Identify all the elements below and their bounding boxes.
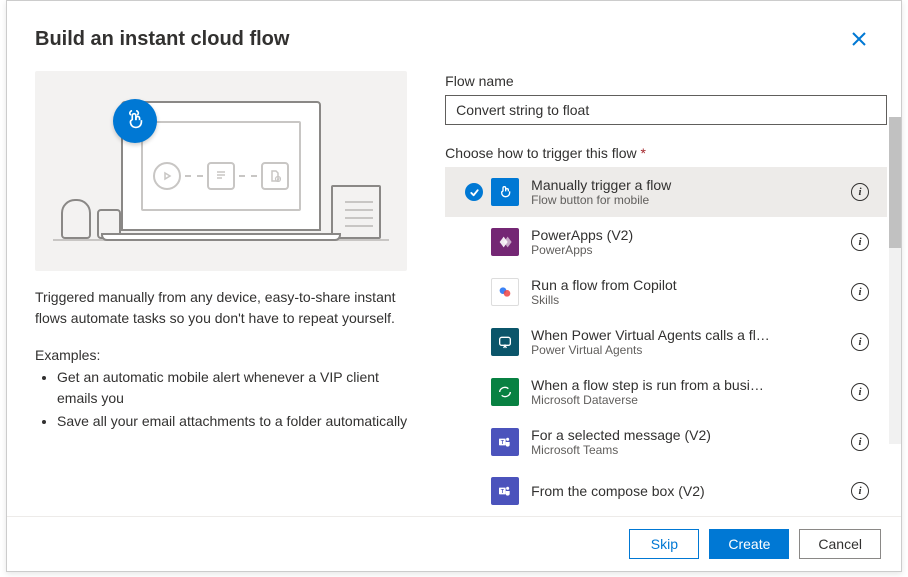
info-button[interactable]: i bbox=[845, 233, 875, 251]
info-icon: i bbox=[851, 333, 869, 351]
close-button[interactable] bbox=[845, 25, 873, 53]
dataverse-icon bbox=[491, 378, 519, 406]
trigger-text: Manually trigger a flowFlow button for m… bbox=[531, 177, 845, 207]
pva-icon bbox=[491, 328, 519, 356]
info-icon: i bbox=[851, 233, 869, 251]
close-icon bbox=[851, 31, 867, 47]
copilot-icon bbox=[491, 278, 519, 306]
radio-slot bbox=[457, 433, 491, 451]
radio-checked-icon bbox=[457, 183, 491, 201]
trigger-item[interactable]: When a flow step is run from a busi…Micr… bbox=[445, 367, 887, 417]
radio-slot bbox=[457, 383, 491, 401]
example-item: Get an automatic mobile alert whenever a… bbox=[57, 367, 407, 409]
left-panel: Triggered manually from any device, easy… bbox=[7, 61, 427, 516]
trigger-text: From the compose box (V2) bbox=[531, 483, 845, 499]
info-button[interactable]: i bbox=[845, 482, 875, 500]
radio-slot bbox=[457, 233, 491, 251]
trigger-subtitle: Flow button for mobile bbox=[531, 193, 845, 207]
dialog-body: Triggered manually from any device, easy… bbox=[7, 61, 901, 516]
info-icon: i bbox=[851, 433, 869, 451]
description: Triggered manually from any device, easy… bbox=[35, 287, 407, 329]
info-icon: i bbox=[851, 283, 869, 301]
trigger-subtitle: Microsoft Dataverse bbox=[531, 393, 845, 407]
trigger-title: For a selected message (V2) bbox=[531, 427, 845, 443]
trigger-subtitle: PowerApps bbox=[531, 243, 845, 257]
create-button[interactable]: Create bbox=[709, 529, 789, 559]
teams-icon: T bbox=[491, 477, 519, 505]
examples-list: Get an automatic mobile alert whenever a… bbox=[35, 367, 407, 432]
radio-slot bbox=[457, 283, 491, 301]
radio-slot bbox=[457, 482, 491, 500]
trigger-item[interactable]: PowerApps (V2)PowerApps i bbox=[445, 217, 887, 267]
trigger-title: Run a flow from Copilot bbox=[531, 277, 845, 293]
trigger-item[interactable]: Run a flow from CopilotSkillsi bbox=[445, 267, 887, 317]
trigger-list: Manually trigger a flowFlow button for m… bbox=[445, 167, 887, 515]
info-button[interactable]: i bbox=[845, 433, 875, 451]
trigger-item[interactable]: When Power Virtual Agents calls a fl…Pow… bbox=[445, 317, 887, 367]
right-panel: Flow name Choose how to trigger this flo… bbox=[427, 61, 901, 516]
flow-name-input[interactable] bbox=[445, 95, 887, 125]
teams-icon: T bbox=[491, 428, 519, 456]
example-item: Save all your email attachments to a fol… bbox=[57, 411, 407, 432]
illustration bbox=[35, 71, 407, 271]
trigger-text: Run a flow from CopilotSkills bbox=[531, 277, 845, 307]
trigger-text: PowerApps (V2)PowerApps bbox=[531, 227, 845, 257]
info-button[interactable]: i bbox=[845, 283, 875, 301]
trigger-subtitle: Skills bbox=[531, 293, 845, 307]
right-scroll[interactable]: Flow name Choose how to trigger this flo… bbox=[445, 73, 895, 516]
trigger-text: For a selected message (V2)Microsoft Tea… bbox=[531, 427, 845, 457]
trigger-label: Choose how to trigger this flow * bbox=[445, 145, 887, 161]
skip-button[interactable]: Skip bbox=[629, 529, 699, 559]
info-icon: i bbox=[851, 482, 869, 500]
trigger-item[interactable]: Manually trigger a flowFlow button for m… bbox=[445, 167, 887, 217]
flow-name-label: Flow name bbox=[445, 73, 887, 89]
trigger-title: From the compose box (V2) bbox=[531, 483, 845, 499]
info-icon: i bbox=[851, 383, 869, 401]
info-button[interactable]: i bbox=[845, 183, 875, 201]
info-button[interactable]: i bbox=[845, 333, 875, 351]
trigger-item[interactable]: T From the compose box (V2) i bbox=[445, 467, 887, 515]
dialog-header: Build an instant cloud flow bbox=[7, 1, 901, 61]
info-button[interactable]: i bbox=[845, 383, 875, 401]
dialog-footer: Skip Create Cancel bbox=[7, 516, 901, 571]
trigger-subtitle: Power Virtual Agents bbox=[531, 343, 845, 357]
trigger-title: When a flow step is run from a busi… bbox=[531, 377, 845, 393]
trigger-item[interactable]: T For a selected message (V2)Microsoft Te… bbox=[445, 417, 887, 467]
radio-slot bbox=[457, 333, 491, 351]
trigger-title: Manually trigger a flow bbox=[531, 177, 845, 193]
touch-icon bbox=[113, 99, 157, 143]
hand-icon bbox=[491, 178, 519, 206]
trigger-text: When Power Virtual Agents calls a fl…Pow… bbox=[531, 327, 845, 357]
powerapps-icon bbox=[491, 228, 519, 256]
scrollbar[interactable] bbox=[889, 117, 901, 444]
dialog: Build an instant cloud flow bbox=[6, 0, 902, 572]
info-icon: i bbox=[851, 183, 869, 201]
trigger-title: PowerApps (V2) bbox=[531, 227, 845, 243]
dialog-title: Build an instant cloud flow bbox=[35, 28, 289, 51]
examples-label: Examples: bbox=[35, 347, 407, 363]
trigger-subtitle: Microsoft Teams bbox=[531, 443, 845, 457]
cancel-button[interactable]: Cancel bbox=[799, 529, 881, 559]
trigger-text: When a flow step is run from a busi…Micr… bbox=[531, 377, 845, 407]
trigger-title: When Power Virtual Agents calls a fl… bbox=[531, 327, 845, 343]
